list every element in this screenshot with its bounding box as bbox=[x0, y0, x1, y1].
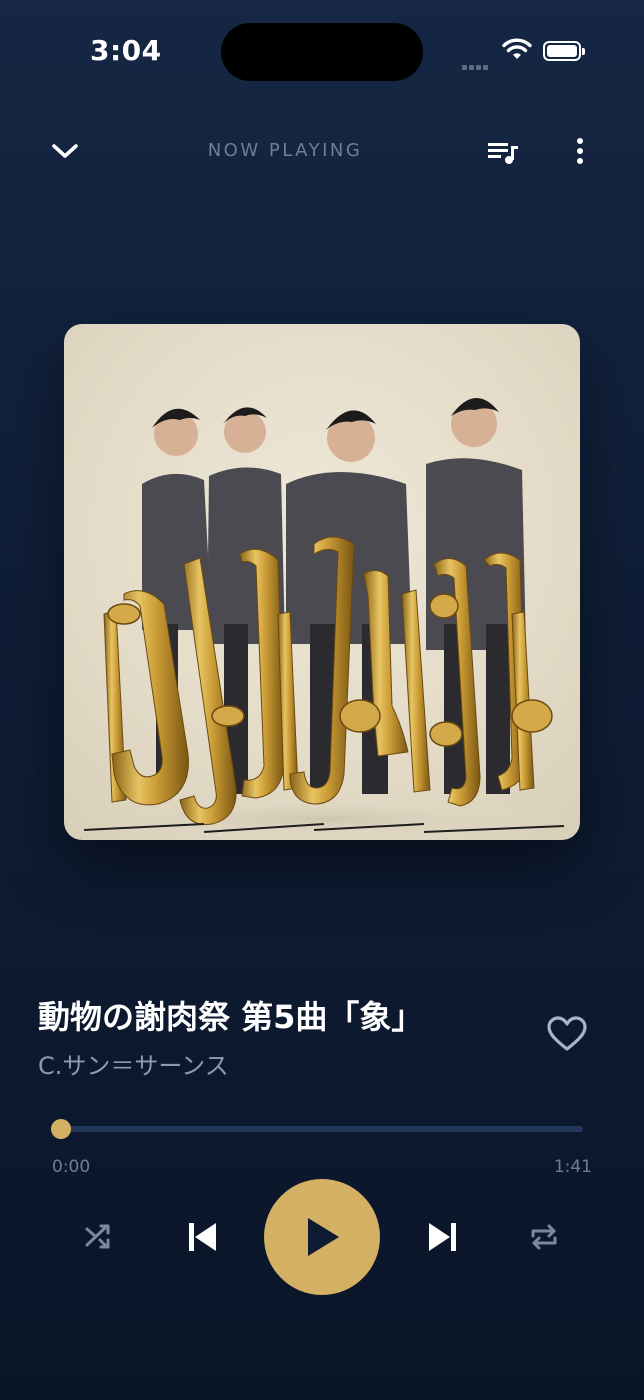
track-artist[interactable]: C.サン＝サーンス bbox=[38, 1046, 229, 1081]
more-vertical-icon bbox=[577, 138, 583, 164]
skip-next-icon bbox=[429, 1223, 456, 1251]
dynamic-island bbox=[221, 23, 423, 81]
track-title: 動物の謝肉祭 第5曲「象」 bbox=[38, 998, 424, 1036]
shuffle-icon bbox=[85, 1224, 110, 1249]
wifi-icon bbox=[502, 38, 532, 66]
album-art bbox=[64, 324, 580, 840]
chevron-down-icon bbox=[52, 144, 78, 158]
cellular-signal-icon bbox=[462, 55, 490, 74]
heart-icon bbox=[547, 1016, 587, 1051]
status-time: 3:04 bbox=[90, 34, 162, 67]
progress-handle[interactable] bbox=[51, 1119, 71, 1139]
next-button[interactable] bbox=[419, 1212, 467, 1262]
previous-button[interactable] bbox=[178, 1212, 226, 1262]
elapsed-time: 0:00 bbox=[52, 1157, 91, 1177]
progress-track[interactable] bbox=[61, 1126, 583, 1132]
skip-previous-icon bbox=[189, 1223, 216, 1251]
favorite-button[interactable] bbox=[543, 1012, 591, 1056]
repeat-icon bbox=[531, 1224, 557, 1250]
collapse-button[interactable] bbox=[44, 130, 86, 172]
album-art-image bbox=[72, 397, 572, 840]
more-options-button[interactable] bbox=[560, 130, 600, 172]
play-icon bbox=[308, 1218, 339, 1256]
total-duration: 1:41 bbox=[553, 1157, 592, 1177]
now-playing-label: NOW PLAYING bbox=[207, 140, 363, 161]
shuffle-button[interactable] bbox=[76, 1214, 122, 1260]
repeat-button[interactable] bbox=[521, 1214, 567, 1260]
play-button[interactable] bbox=[264, 1179, 380, 1295]
queue-music-icon bbox=[488, 143, 518, 164]
queue-button[interactable] bbox=[482, 132, 524, 172]
battery-icon bbox=[543, 41, 585, 61]
